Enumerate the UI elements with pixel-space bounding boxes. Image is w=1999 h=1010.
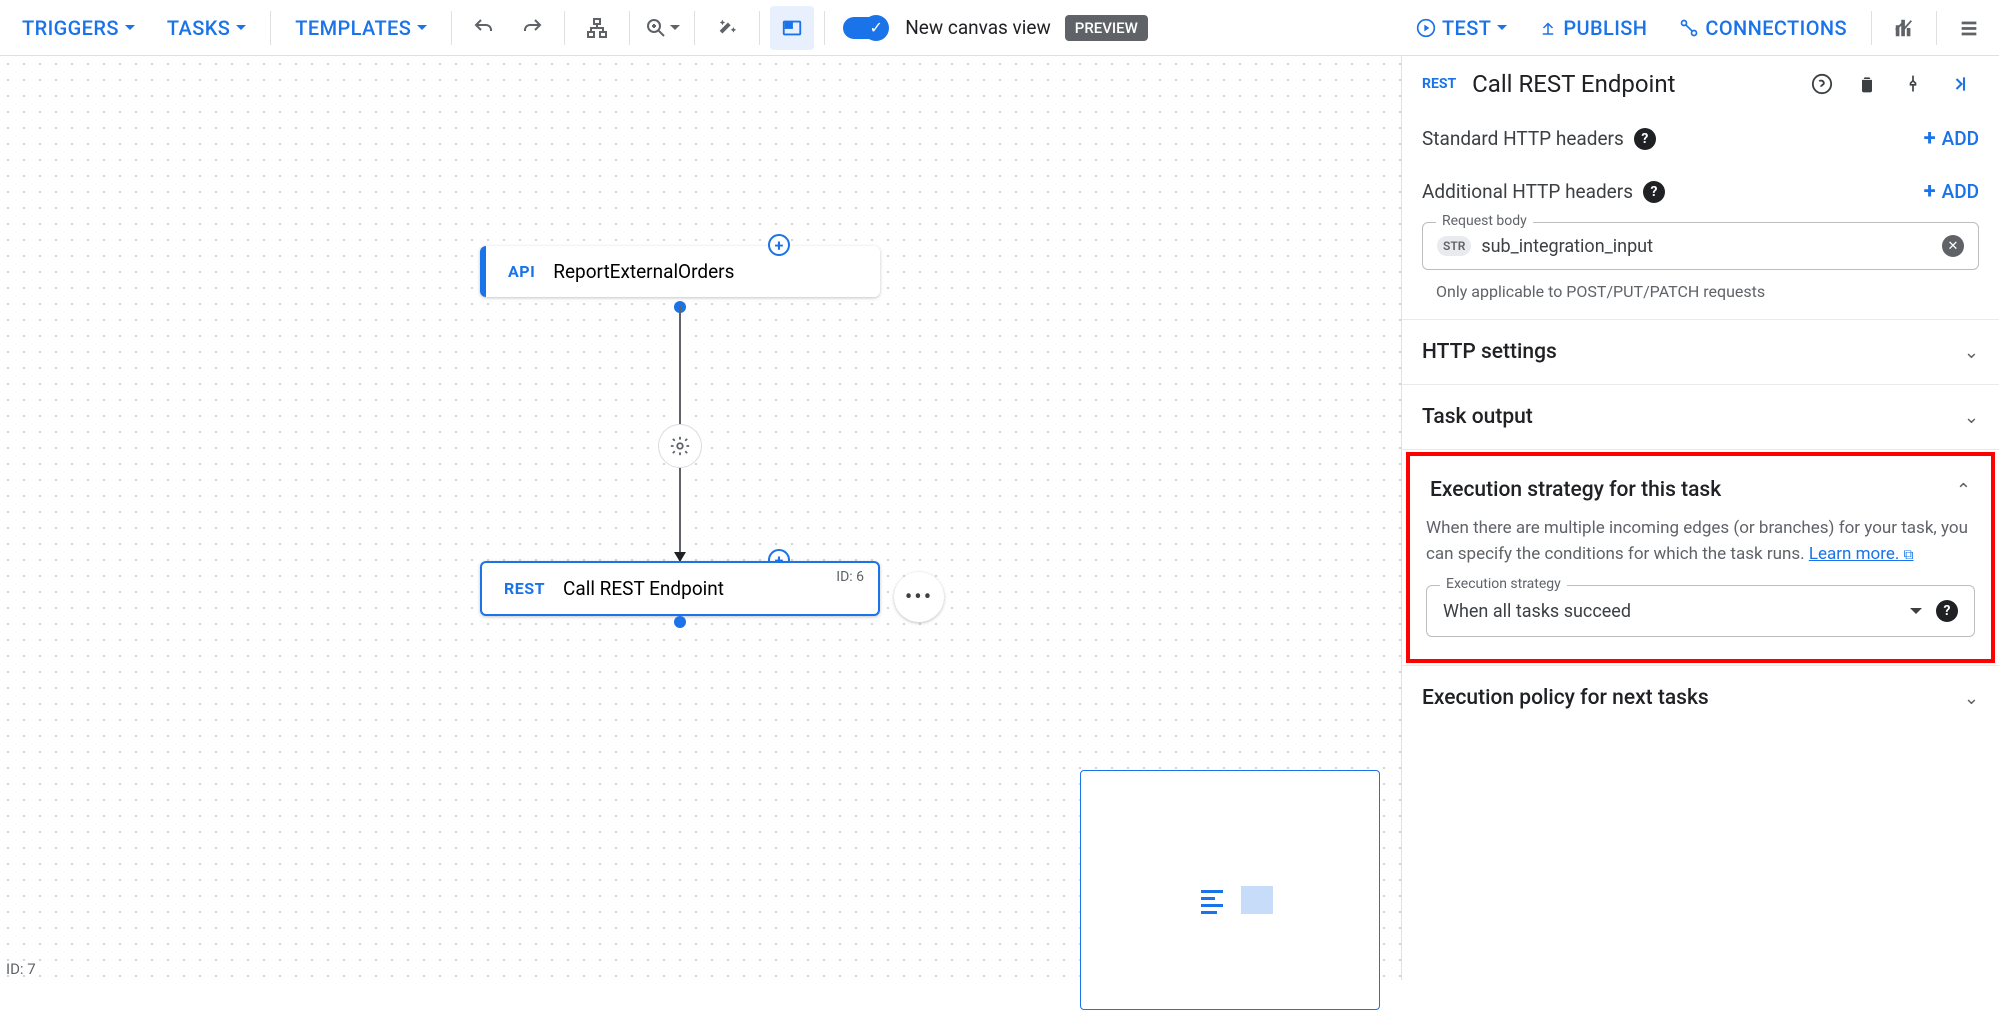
chevron-down-icon xyxy=(236,25,246,30)
add-node-button[interactable]: + xyxy=(768,234,790,256)
request-body-value: sub_integration_input xyxy=(1481,236,1932,257)
stats-button[interactable] xyxy=(1882,6,1926,50)
request-body-hint: Only applicable to POST/PUT/PATCH reques… xyxy=(1402,274,1999,319)
task-output-toggle[interactable]: Task output⌄ xyxy=(1402,385,1999,449)
panel-tag: REST xyxy=(1422,76,1456,92)
help-button[interactable] xyxy=(1811,73,1841,95)
check-icon: ✓ xyxy=(863,15,889,41)
connections-icon xyxy=(1679,18,1699,38)
zoom-button[interactable] xyxy=(640,6,684,50)
chevron-down-icon: ⌄ xyxy=(1964,688,1979,709)
edge-settings-button[interactable] xyxy=(658,424,702,468)
addl-headers-label: Additional HTTP headers xyxy=(1422,180,1633,203)
chevron-down-icon xyxy=(670,25,680,30)
exec-strategy-section: Execution strategy for this task⌃ When t… xyxy=(1402,449,1999,663)
field-legend: Request body xyxy=(1436,213,1533,229)
undo-button[interactable] xyxy=(462,6,506,50)
separator xyxy=(564,11,565,45)
connector-dot[interactable] xyxy=(674,616,686,628)
select-legend: Execution strategy xyxy=(1440,576,1567,592)
node-id: ID: 6 xyxy=(836,569,864,585)
standard-headers-row: Standard HTTP headers? +ADD xyxy=(1402,112,1999,165)
chevron-down-icon: ⌄ xyxy=(1964,342,1979,363)
panel-header: REST Call REST Endpoint xyxy=(1402,56,1999,112)
help-icon[interactable]: ? xyxy=(1634,128,1656,150)
tasks-menu[interactable]: TASKS xyxy=(153,8,260,48)
exec-policy-toggle[interactable]: Execution policy for next tasks⌄ xyxy=(1402,666,1999,730)
learn-more-link[interactable]: Learn more. ⧉ xyxy=(1809,544,1914,564)
node-api-trigger[interactable]: API ReportExternalOrders xyxy=(480,246,880,297)
highlighted-section: Execution strategy for this task⌃ When t… xyxy=(1406,452,1995,663)
chevron-down-icon xyxy=(417,25,427,30)
std-headers-label: Standard HTTP headers xyxy=(1422,127,1624,150)
exec-strategy-toggle[interactable]: Execution strategy for this task⌃ xyxy=(1426,472,1975,512)
gear-icon xyxy=(669,435,691,457)
upload-icon xyxy=(1539,19,1557,37)
preview-badge: PREVIEW xyxy=(1065,15,1148,41)
minimap[interactable] xyxy=(1080,770,1380,1010)
separator xyxy=(629,11,630,45)
properties-panel: REST Call REST Endpoint Standard HTTP he… xyxy=(1401,56,1999,980)
canvas-view-toggle[interactable]: ✓ xyxy=(843,17,887,39)
magic-wand-button[interactable] xyxy=(705,6,749,50)
play-icon xyxy=(1416,18,1436,38)
canvas-toggle-label: New canvas view xyxy=(905,16,1051,39)
select-value: When all tasks succeed xyxy=(1443,601,1910,622)
triggers-menu[interactable]: TRIGGERS xyxy=(8,8,149,48)
help-icon[interactable]: ? xyxy=(1643,181,1665,203)
separator xyxy=(270,11,271,45)
pin-button[interactable] xyxy=(1903,74,1933,94)
collapse-panel-button[interactable] xyxy=(1949,74,1979,94)
http-settings-toggle[interactable]: HTTP settings⌄ xyxy=(1402,320,1999,384)
clear-button[interactable]: ✕ xyxy=(1942,235,1964,257)
node-label: ReportExternalOrders xyxy=(553,260,734,283)
redo-button[interactable] xyxy=(510,6,554,50)
panel-title: Call REST Endpoint xyxy=(1472,70,1795,98)
node-label: Call REST Endpoint xyxy=(563,577,724,600)
add-std-header-button[interactable]: +ADD xyxy=(1924,126,1979,151)
type-chip: STR xyxy=(1437,236,1471,256)
delete-button[interactable] xyxy=(1857,74,1887,94)
footer-id: ID: 7 xyxy=(6,960,36,978)
chevron-down-icon xyxy=(1497,25,1507,30)
node-tag: API xyxy=(508,262,535,281)
minimap-content xyxy=(1201,886,1273,914)
chevron-down-icon: ⌄ xyxy=(1964,407,1979,428)
layout-button[interactable] xyxy=(575,6,619,50)
help-icon[interactable]: ? xyxy=(1936,600,1958,622)
chevron-down-icon xyxy=(125,25,135,30)
node-more-button[interactable]: ••• xyxy=(894,572,944,622)
test-button[interactable]: TEST xyxy=(1402,8,1521,48)
separator xyxy=(759,11,760,45)
request-body-field: Request body STR sub_integration_input ✕ xyxy=(1422,222,1979,270)
exec-strategy-desc: When there are multiple incoming edges (… xyxy=(1426,516,1975,567)
add-addl-header-button[interactable]: +ADD xyxy=(1924,179,1979,204)
separator xyxy=(1871,11,1872,45)
menu-button[interactable] xyxy=(1947,6,1991,50)
chevron-up-icon: ⌃ xyxy=(1956,480,1971,501)
separator xyxy=(824,11,825,45)
execution-strategy-select[interactable]: When all tasks succeed ? xyxy=(1426,585,1975,637)
panel-toggle-button[interactable] xyxy=(770,6,814,50)
connections-button[interactable]: CONNECTIONS xyxy=(1665,8,1861,48)
exec-policy-section: Execution policy for next tasks⌄ xyxy=(1402,665,1999,730)
chevron-down-icon xyxy=(1910,608,1922,614)
external-link-icon: ⧉ xyxy=(1904,547,1914,563)
task-output-section: Task output⌄ xyxy=(1402,384,1999,449)
execution-strategy-select-wrap: Execution strategy When all tasks succee… xyxy=(1426,585,1975,637)
templates-menu[interactable]: TEMPLATES xyxy=(281,8,441,48)
separator xyxy=(694,11,695,45)
node-rest-endpoint[interactable]: REST Call REST Endpoint ID: 6 xyxy=(480,561,880,616)
http-settings-section: HTTP settings⌄ xyxy=(1402,319,1999,384)
separator xyxy=(1936,11,1937,45)
separator xyxy=(451,11,452,45)
additional-headers-row: Additional HTTP headers? +ADD xyxy=(1402,165,1999,218)
node-tag: REST xyxy=(504,579,545,598)
top-toolbar: TRIGGERS TASKS TEMPLATES ✓ New canvas vi… xyxy=(0,0,1999,56)
request-body-input[interactable]: STR sub_integration_input ✕ xyxy=(1422,222,1979,270)
publish-button[interactable]: PUBLISH xyxy=(1525,8,1661,48)
